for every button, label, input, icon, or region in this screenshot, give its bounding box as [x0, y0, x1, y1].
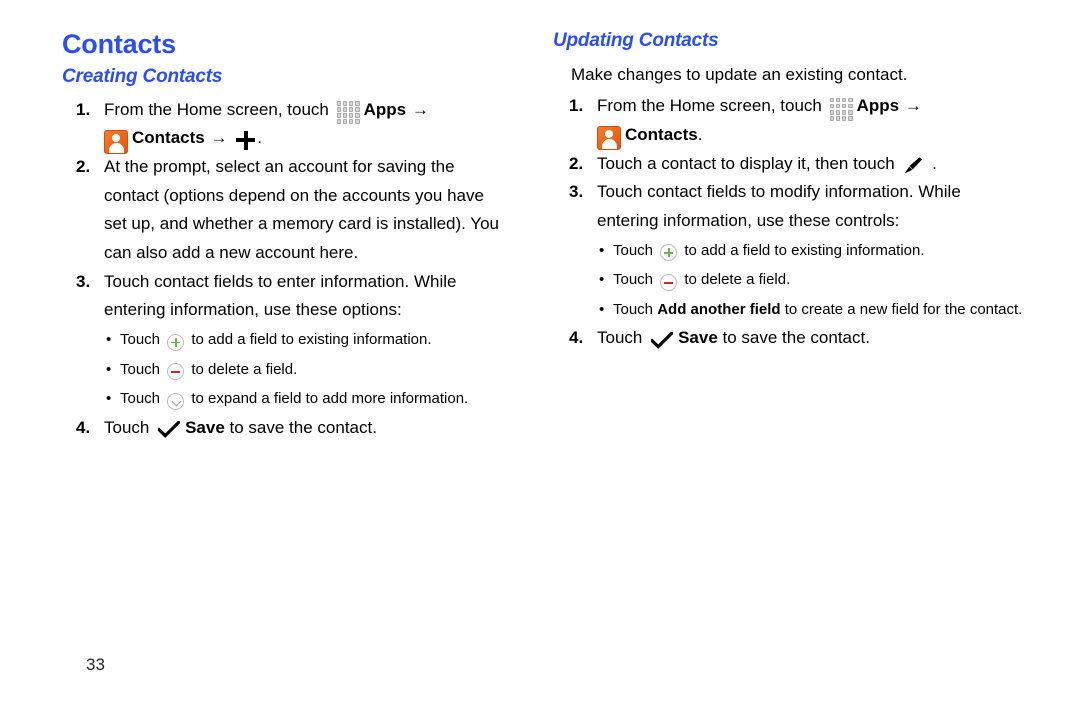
bullet-item: • Touch to delete a field. [106, 355, 505, 385]
circle-chevron-down-icon [167, 392, 185, 410]
step-body: Touch contact fields to modify informati… [597, 182, 961, 230]
creating-contacts-steps: 1. From the Home screen, touch Apps → Con… [62, 96, 505, 443]
text-run: to expand a field to add more informatio… [187, 390, 469, 408]
apps-grid-icon [829, 97, 853, 121]
step-item: 2. Touch a contact to display it, then to… [553, 150, 1025, 179]
text-run: . [257, 128, 262, 148]
text-run: Touch [120, 390, 165, 408]
step-number: 4. [76, 417, 91, 437]
text-run: From the Home screen, touch [597, 96, 827, 116]
bold-run: Contacts [132, 128, 205, 148]
circle-minus-icon [167, 363, 185, 381]
step-body: From the Home screen, touch Apps → Conta… [597, 96, 923, 151]
bold-run: Apps [363, 99, 407, 119]
text-run: to add a field to existing information. [187, 331, 432, 349]
updating-contacts-steps: 1. From the Home screen, touch Apps → Con… [553, 92, 1025, 353]
bullet-item: • Touch to expand a field to add more inf… [106, 384, 505, 414]
step-item: 1. From the Home screen, touch Apps → Con… [553, 92, 1025, 151]
step-item: 4. Touch Save to save the contact. [62, 414, 505, 443]
step-item: 3. Touch contact fields to modify informa… [553, 178, 1025, 324]
bullet-dot: • [599, 271, 605, 289]
updating-contacts-intro: Make changes to update an existing conta… [571, 64, 908, 84]
text-run: to delete a field. [680, 271, 791, 289]
step-body: Touch Save to save the contact. [597, 328, 870, 349]
section-heading-updating-contacts: Updating Contacts [553, 30, 719, 51]
step-number: 4. [569, 328, 584, 348]
step-body: Touch contact fields to enter informatio… [104, 272, 456, 320]
arrow-glyph: → [205, 128, 233, 148]
bullet-item: • Touch to delete a field. [599, 265, 1025, 295]
check-icon [158, 421, 181, 439]
text-run: . [927, 153, 937, 173]
contacts-icon [104, 129, 128, 154]
arrow-glyph: → [407, 99, 429, 119]
step-item: 1. From the Home screen, touch Apps → Con… [62, 96, 505, 154]
text-run: Touch [104, 417, 155, 437]
text-run: Touch a contact to display it, then touc… [597, 153, 900, 173]
step-number: 3. [569, 182, 584, 202]
apps-grid-icon [336, 101, 360, 125]
bullet-item: • Touch to add a field to existing inform… [106, 325, 505, 355]
bold-run: Apps [856, 96, 900, 116]
step-number: 3. [76, 271, 91, 291]
text-run: Touch [613, 300, 658, 318]
text-run: Touch [120, 331, 165, 349]
text-run: to create a new field for the contact. [780, 300, 1023, 318]
contacts-icon [597, 126, 621, 151]
section-heading-creating-contacts: Creating Contacts [62, 65, 223, 87]
text-run: Touch [613, 271, 658, 289]
step-text: At the prompt, select an account for sav… [104, 156, 499, 263]
bullet-dot: • [599, 300, 605, 318]
bullet-dot: • [106, 331, 112, 349]
step-number: 2. [76, 156, 91, 176]
step-text: Touch contact fields to enter informatio… [104, 271, 457, 320]
check-icon [651, 331, 674, 349]
manual-page: Contacts Creating Contacts 1. From the Ho… [0, 0, 1080, 720]
circle-minus-icon [660, 273, 678, 291]
text-run: Touch [613, 241, 658, 259]
text-run: From the Home screen, touch [104, 99, 334, 119]
page-number: 33 [86, 655, 105, 674]
text-run: to add a field to existing information. [680, 241, 925, 259]
step-body: Touch a contact to display it, then touc… [597, 153, 937, 174]
bullet-list: • Touch to add a field to existing inform… [106, 325, 505, 414]
two-column-body: Contacts Creating Contacts 1. From the Ho… [0, 29, 1080, 443]
step-body: At the prompt, select an account for sav… [104, 157, 499, 262]
bullet-dot: • [106, 390, 112, 408]
bold-run: Save [185, 417, 225, 437]
bullet-item: • Touch Add another field to create a new… [599, 295, 1025, 325]
text-run: to save the contact. [224, 417, 377, 437]
step-number: 2. [569, 153, 584, 173]
bold-run: Contacts [625, 124, 698, 144]
text-run: Touch [120, 360, 165, 378]
bullet-dot: • [106, 360, 112, 378]
page-title: Contacts [62, 29, 176, 59]
text-run: to save the contact. [717, 328, 870, 348]
step-body: Touch Save to save the contact. [104, 417, 377, 439]
circle-plus-icon [660, 244, 678, 262]
left-column: Contacts Creating Contacts 1. From the Ho… [0, 29, 505, 443]
text-run: . [697, 124, 703, 144]
pencil-icon [904, 157, 923, 174]
bullet-dot: • [599, 241, 605, 259]
step-number: 1. [569, 96, 584, 116]
text-run: Touch [597, 328, 648, 348]
step-item: 4. Touch Save to save the contact. [553, 324, 1025, 353]
step-item: 2. At the prompt, select an account for s… [62, 153, 505, 268]
step-number: 1. [76, 99, 91, 119]
bullet-item: • Touch to add a field to existing inform… [599, 236, 1025, 266]
circle-plus-icon [167, 333, 185, 351]
step-item: 3. Touch contact fields to enter informat… [62, 268, 505, 414]
bold-run: Add another field [657, 300, 781, 318]
plus-black-icon [236, 130, 256, 150]
right-column: Updating Contacts Make changes to update… [505, 30, 1025, 442]
step-body: From the Home screen, touch Apps → Conta… [104, 99, 430, 154]
arrow-glyph: → [900, 96, 922, 116]
bullet-list: • Touch to add a field to existing inform… [599, 236, 1025, 325]
step-text: Touch contact fields to modify informati… [597, 182, 961, 230]
bold-run: Save [678, 328, 718, 348]
text-run: to delete a field. [187, 360, 298, 378]
